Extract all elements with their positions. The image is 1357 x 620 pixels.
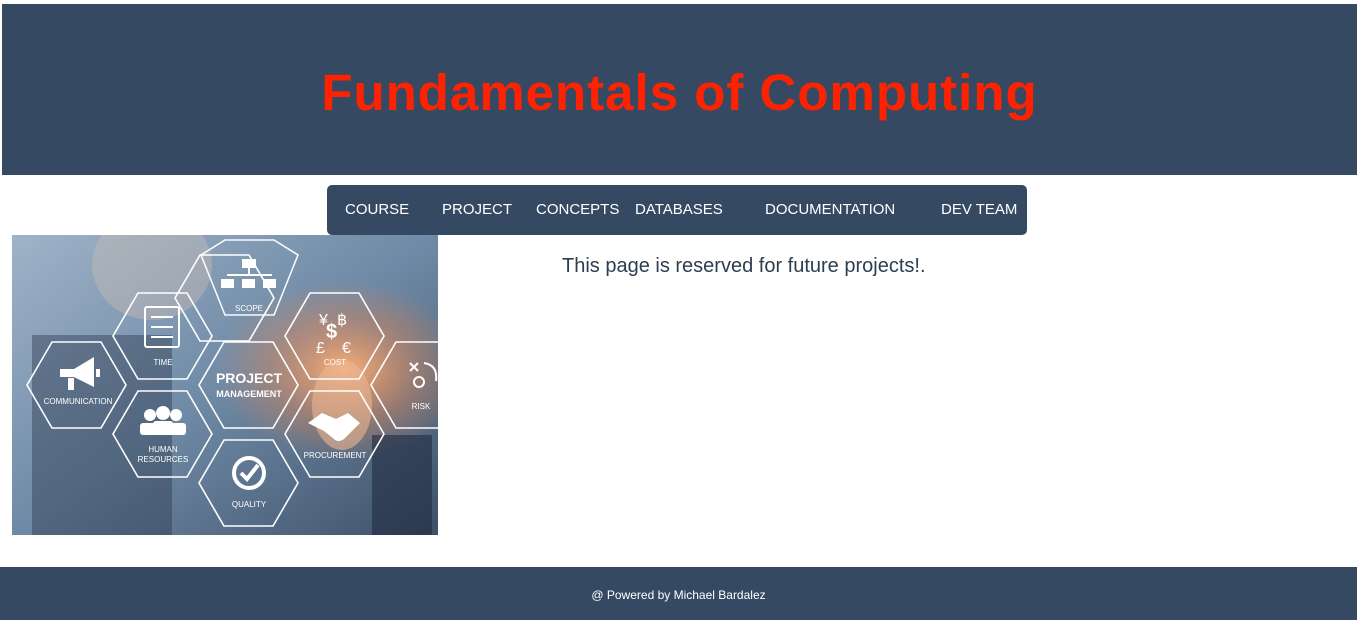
project-management-image: ¥ ฿ $ £ € SCOPE TIME COST COMMUNICATION … <box>12 235 438 535</box>
hex-label-center-line2: MANAGEMENT <box>216 389 282 399</box>
site-header: Fundamentals of Computing <box>2 4 1357 175</box>
nav-item-dev-team[interactable]: DEV TEAM <box>941 185 1017 235</box>
nav-item-databases[interactable]: DATABASES <box>635 185 723 235</box>
svg-text:£: £ <box>316 340 325 357</box>
hex-label-human-resources-line1: HUMAN <box>148 445 178 454</box>
svg-text:€: € <box>342 340 351 357</box>
hex-label-quality: QUALITY <box>232 500 267 509</box>
nav-item-course[interactable]: COURSE <box>345 185 409 235</box>
site-footer: @ Powered by Michael Bardalez <box>0 567 1357 620</box>
page-message: This page is reserved for future project… <box>562 255 926 277</box>
nav-item-documentation[interactable]: DOCUMENTATION <box>765 185 895 235</box>
hex-label-communication: COMMUNICATION <box>44 397 113 406</box>
footer-credit: @ Powered by Michael Bardalez <box>591 588 766 602</box>
nav-item-concepts[interactable]: CONCEPTS <box>536 185 619 235</box>
hex-label-risk: RISK <box>412 402 431 411</box>
nav-item-project[interactable]: PROJECT <box>442 185 512 235</box>
svg-text:$: $ <box>326 321 337 343</box>
hex-label-human-resources-line2: RESOURCES <box>138 455 189 464</box>
hex-label-scope: SCOPE <box>235 304 263 313</box>
hex-label-center-line1: PROJECT <box>216 370 283 386</box>
site-title: Fundamentals of Computing <box>321 64 1038 121</box>
svg-text:฿: ฿ <box>337 312 347 329</box>
hex-label-procurement: PROCUREMENT <box>304 451 367 460</box>
hex-label-cost: COST <box>324 358 346 367</box>
hex-label-time: TIME <box>153 358 172 367</box>
main-nav: COURSE PROJECT CONCEPTS DATABASES DOCUME… <box>327 185 1027 235</box>
